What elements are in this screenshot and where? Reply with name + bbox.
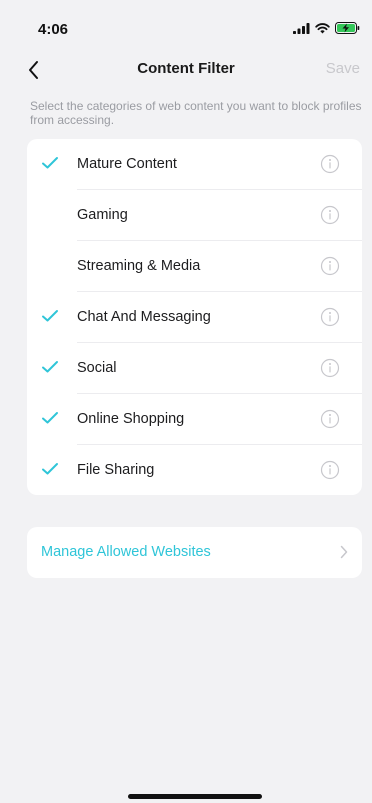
manage-allowed-websites-label: Manage Allowed Websites xyxy=(41,544,211,560)
category-label: Chat And Messaging xyxy=(77,309,211,325)
info-icon[interactable] xyxy=(320,409,340,429)
check-icon xyxy=(41,462,59,476)
check-icon xyxy=(41,360,59,374)
category-label: Streaming & Media xyxy=(77,258,201,274)
info-icon[interactable] xyxy=(320,460,340,480)
category-label: Gaming xyxy=(77,207,128,223)
battery-charging-icon xyxy=(335,21,360,39)
category-row-streaming-media[interactable]: Streaming & Media xyxy=(27,241,362,292)
category-row-social[interactable]: Social xyxy=(27,343,362,394)
info-icon[interactable] xyxy=(320,358,340,378)
page-title: Content Filter xyxy=(137,60,235,77)
check-icon xyxy=(41,411,59,425)
description-text: Select the categories of web content you… xyxy=(30,99,362,127)
status-bar: 4:06 xyxy=(0,0,372,44)
navigation-bar: Content Filter Save xyxy=(0,50,372,90)
category-row-online-shopping[interactable]: Online Shopping xyxy=(27,394,362,445)
info-icon[interactable] xyxy=(320,154,340,174)
category-label: Online Shopping xyxy=(77,411,185,427)
category-row-chat-and-messaging[interactable]: Chat And Messaging xyxy=(27,292,362,343)
info-icon[interactable] xyxy=(320,307,340,327)
category-label: Mature Content xyxy=(77,156,177,172)
category-label: Social xyxy=(77,360,117,376)
home-indicator xyxy=(128,794,262,799)
save-button[interactable]: Save xyxy=(326,60,360,77)
category-row-mature-content[interactable]: Mature Content xyxy=(27,139,362,190)
check-icon xyxy=(41,309,59,323)
category-row-file-sharing[interactable]: File Sharing xyxy=(27,445,362,496)
cellular-signal-icon xyxy=(293,21,310,39)
status-time: 4:06 xyxy=(38,21,69,38)
check-icon xyxy=(41,156,59,170)
category-row-gaming[interactable]: Gaming xyxy=(27,190,362,241)
categories-card: Mature Content Gaming Streaming & Media … xyxy=(27,139,362,495)
category-label: File Sharing xyxy=(77,462,155,478)
wifi-icon xyxy=(315,21,330,39)
status-icons xyxy=(293,21,360,39)
manage-allowed-websites-button[interactable]: Manage Allowed Websites xyxy=(27,527,362,578)
info-icon[interactable] xyxy=(320,256,340,276)
chevron-right-icon xyxy=(340,545,348,559)
info-icon[interactable] xyxy=(320,205,340,225)
